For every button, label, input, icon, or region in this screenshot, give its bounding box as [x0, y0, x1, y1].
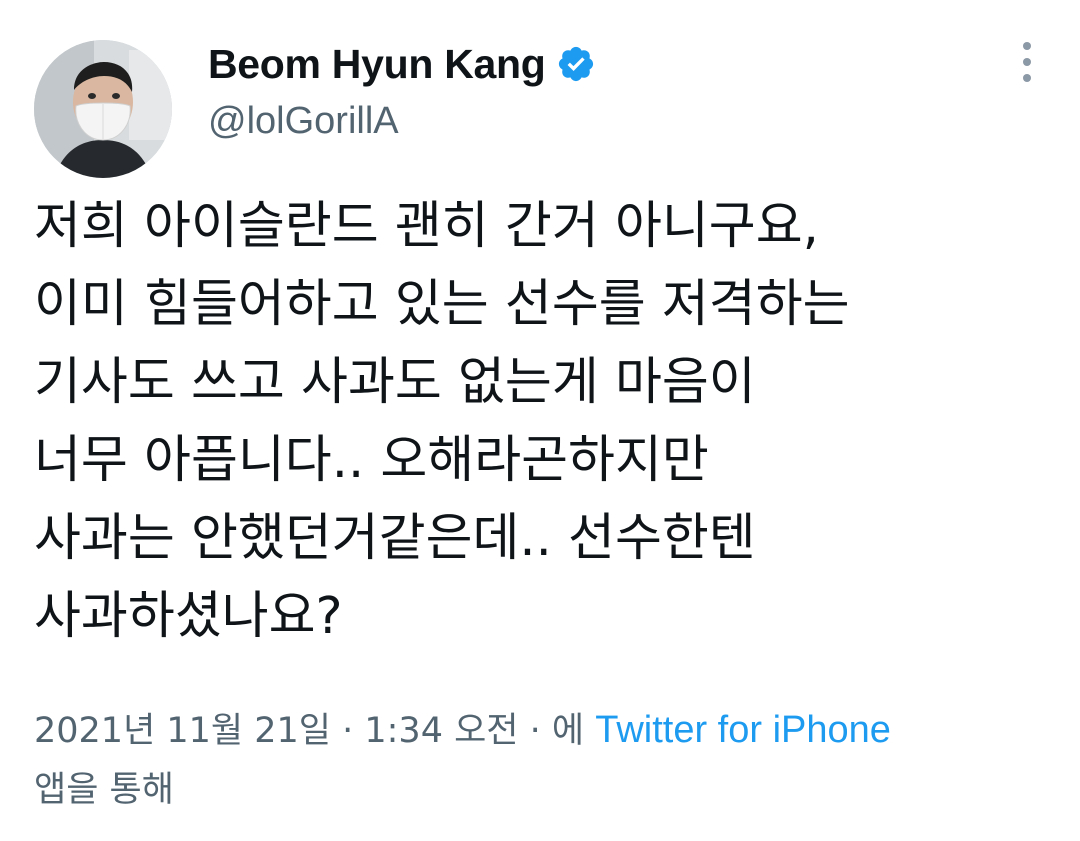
user-handle[interactable]: @lolGorillA	[208, 100, 399, 143]
tweet-line: 너무 아픕니다.. 오해라곤하지만	[34, 431, 709, 490]
display-name[interactable]: Beom Hyun Kang	[208, 41, 546, 88]
verified-badge-icon	[556, 44, 596, 84]
source-link[interactable]: Twitter for iPhone	[595, 709, 891, 751]
tweet-line: 기사도 쓰고 사과도 없는게 마음이	[34, 353, 756, 412]
timestamp[interactable]: 2021년 11월 21일 · 1:34 오전 · 에	[34, 711, 595, 751]
tweet-card: Beom Hyun Kang @lolGorillA 저희 아이슬란드 괜히 간…	[0, 0, 1080, 841]
tweet-line: 저희 아이슬란드 괜히 간거 아니구요,	[34, 197, 819, 256]
tweet-metadata: 2021년 11월 21일 · 1:34 오전 · 에 Twitter for …	[34, 700, 1054, 820]
user-name-row: Beom Hyun Kang	[208, 36, 596, 92]
timestamp-line: 2021년 11월 21일 · 1:34 오전 · 에 Twitter for …	[34, 700, 1054, 760]
avatar[interactable]	[34, 40, 172, 178]
tweet-line: 사과하셨나요?	[34, 587, 343, 646]
more-options-icon[interactable]	[1012, 42, 1042, 82]
avatar-photo	[34, 40, 172, 178]
tweet-line: 이미 힘들어하고 있는 선수를 저격하는	[34, 275, 850, 334]
tweet-text: 저희 아이슬란드 괜히 간거 아니구요, 이미 힘들어하고 있는 선수를 저격하…	[34, 188, 1054, 656]
source-suffix: 앱을 통해	[34, 770, 174, 810]
tweet-line: 사과는 안했던거같은데.. 선수한텐	[34, 509, 756, 568]
